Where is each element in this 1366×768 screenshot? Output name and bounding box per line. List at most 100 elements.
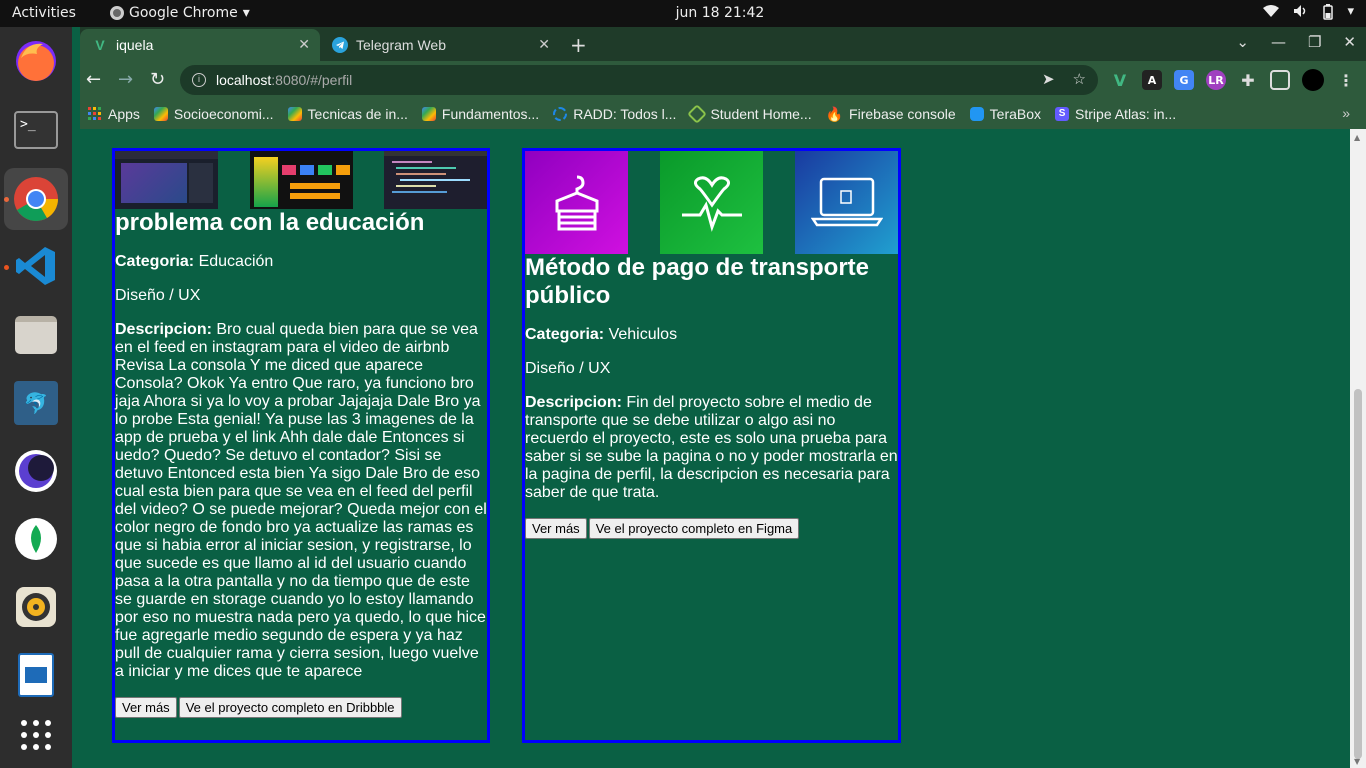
- angular-devtools-icon[interactable]: A: [1142, 70, 1162, 90]
- project-category: Categoria: Educación: [115, 253, 487, 271]
- new-tab-button[interactable]: +: [570, 33, 587, 57]
- terminal-launcher[interactable]: >_: [11, 105, 61, 155]
- back-icon[interactable]: ←: [86, 69, 101, 90]
- scrollbar-thumb[interactable]: [1354, 389, 1362, 759]
- app-menu[interactable]: Google Chrome ▾: [110, 5, 250, 21]
- url-host: localhost: [216, 72, 272, 88]
- tab-search-icon[interactable]: ⌄: [1236, 33, 1249, 51]
- mysql-workbench-launcher[interactable]: 🐬: [11, 378, 61, 428]
- vscode-launcher[interactable]: [11, 241, 61, 291]
- system-top-bar: Activities Google Chrome ▾ jun 18 21:42 …: [0, 0, 1366, 27]
- bookmark-item[interactable]: S Stripe Atlas: in...: [1055, 106, 1176, 122]
- bookmark-label: Apps: [108, 106, 140, 122]
- running-indicator: [4, 265, 9, 270]
- project-image[interactable]: [660, 151, 763, 254]
- files-launcher[interactable]: [11, 310, 61, 360]
- volume-icon: [1293, 4, 1309, 24]
- scroll-down-icon[interactable]: ▼: [1354, 757, 1360, 766]
- rhythmbox-icon: [16, 587, 56, 627]
- firefox-icon: [16, 41, 56, 81]
- eclipse-launcher[interactable]: [11, 446, 61, 496]
- bookmark-apps[interactable]: Apps: [88, 106, 140, 122]
- project-title: problema con la educación: [115, 209, 425, 236]
- bookmark-label: Tecnicas de in...: [307, 106, 408, 122]
- chrome-window: V iquela ✕ Telegram Web ✕ + ⌄ — ❐ ✕ ← → …: [80, 27, 1366, 768]
- description-text: Bro cual queda bien para que se vea en e…: [115, 321, 487, 680]
- project-image[interactable]: [795, 151, 898, 254]
- view-figma-button[interactable]: Ve el proyecto completo en Figma: [588, 518, 800, 539]
- mongodb-compass-launcher[interactable]: [11, 514, 61, 564]
- show-apps-icon: [21, 720, 51, 750]
- bookmark-item[interactable]: TeraBox: [969, 106, 1042, 122]
- vscode-icon: [16, 247, 55, 285]
- close-tab-icon[interactable]: ✕: [538, 36, 550, 53]
- rhythmbox-launcher[interactable]: [11, 582, 61, 632]
- see-more-button[interactable]: Ver más: [525, 518, 587, 539]
- project-image[interactable]: [384, 151, 487, 209]
- libreoffice-impress-icon: [18, 653, 54, 697]
- chrome-menu-icon[interactable]: ⋮: [1336, 70, 1356, 90]
- heart-pulse-icon: [681, 175, 742, 232]
- more-bookmarks-icon[interactable]: »: [1342, 105, 1350, 121]
- bookmark-item[interactable]: Socioeconomi...: [153, 106, 274, 122]
- bookmark-item[interactable]: RADD: Todos l...: [553, 106, 676, 122]
- activities-button[interactable]: Activities: [12, 5, 76, 21]
- side-panel-icon[interactable]: [1270, 70, 1290, 90]
- forward-icon[interactable]: →: [118, 69, 133, 90]
- close-window-icon[interactable]: ✕: [1343, 33, 1356, 51]
- bookmark-item[interactable]: Tecnicas de in...: [287, 106, 408, 122]
- scroll-up-icon[interactable]: ▲: [1354, 133, 1360, 142]
- bookmark-item[interactable]: Fundamentos...: [421, 106, 540, 122]
- description-label: Descripcion:: [525, 394, 622, 411]
- site-info-icon[interactable]: i: [192, 73, 206, 87]
- show-apps-button[interactable]: [11, 710, 61, 760]
- firefox-launcher[interactable]: [11, 36, 61, 86]
- chrome-launcher[interactable]: [4, 168, 68, 230]
- page-content: problema con la educación Categoria: Edu…: [80, 129, 1350, 768]
- address-bar[interactable]: i localhost:8080/#/perfil ➤ ☆: [180, 65, 1098, 95]
- battery-icon: [1323, 4, 1334, 24]
- app-name: Google Chrome: [129, 5, 238, 21]
- bookmark-item[interactable]: 🔥 Firebase console: [826, 106, 956, 123]
- url-path: :8080/#/perfil: [271, 72, 353, 88]
- send-to-device-icon[interactable]: ➤: [1042, 70, 1055, 88]
- libreoffice-impress-launcher[interactable]: [11, 650, 61, 700]
- card-actions: Ver más Ve el proyecto completo en Dribb…: [115, 697, 487, 718]
- category-label: Categoria:: [115, 253, 195, 270]
- bookmark-label: TeraBox: [989, 106, 1042, 122]
- tab-telegram[interactable]: Telegram Web ✕: [320, 29, 560, 61]
- project-category: Categoria: Vehiculos: [525, 326, 898, 344]
- reload-icon[interactable]: ↻: [150, 69, 165, 90]
- page-scrollbar[interactable]: ▲ ▼: [1350, 129, 1366, 768]
- dock: >_ 🐬: [0, 27, 72, 768]
- minimize-icon[interactable]: —: [1271, 33, 1286, 51]
- project-image[interactable]: [525, 151, 628, 254]
- bookmark-star-icon[interactable]: ☆: [1073, 70, 1086, 88]
- project-image[interactable]: [249, 151, 353, 209]
- tab-iquela[interactable]: V iquela ✕: [80, 29, 320, 61]
- eclipse-icon: [15, 450, 57, 492]
- see-more-button[interactable]: Ver más: [115, 697, 177, 718]
- google-classroom-icon: [287, 107, 302, 121]
- google-translate-icon[interactable]: G: [1174, 70, 1194, 90]
- project-images: [525, 151, 898, 254]
- tab-title: Telegram Web: [356, 37, 447, 53]
- extensions-puzzle-icon[interactable]: ✚: [1238, 70, 1258, 90]
- close-tab-icon[interactable]: ✕: [298, 36, 310, 53]
- bookmark-label: Stripe Atlas: in...: [1075, 106, 1177, 122]
- clothes-icon: [555, 175, 598, 230]
- vue-devtools-icon[interactable]: V: [1110, 70, 1130, 90]
- bookmark-label: Fundamentos...: [441, 106, 540, 122]
- restore-icon[interactable]: ❐: [1308, 33, 1321, 51]
- wifi-icon: [1263, 4, 1280, 24]
- mongodb-compass-icon: [15, 518, 57, 560]
- clock[interactable]: jun 18 21:42: [660, 5, 780, 21]
- project-image[interactable]: [115, 151, 218, 209]
- system-tray[interactable]: ▾: [1263, 4, 1354, 24]
- tab-strip: V iquela ✕ Telegram Web ✕ + ⌄ — ❐ ✕: [80, 27, 1366, 61]
- profile-avatar[interactable]: [1302, 69, 1324, 91]
- view-dribbble-button[interactable]: Ve el proyecto completo en Dribbble: [178, 697, 402, 718]
- bookmark-item[interactable]: Student Home...: [687, 104, 812, 124]
- tab-title: iquela: [116, 37, 154, 53]
- extension-lr-icon[interactable]: LR: [1206, 70, 1226, 90]
